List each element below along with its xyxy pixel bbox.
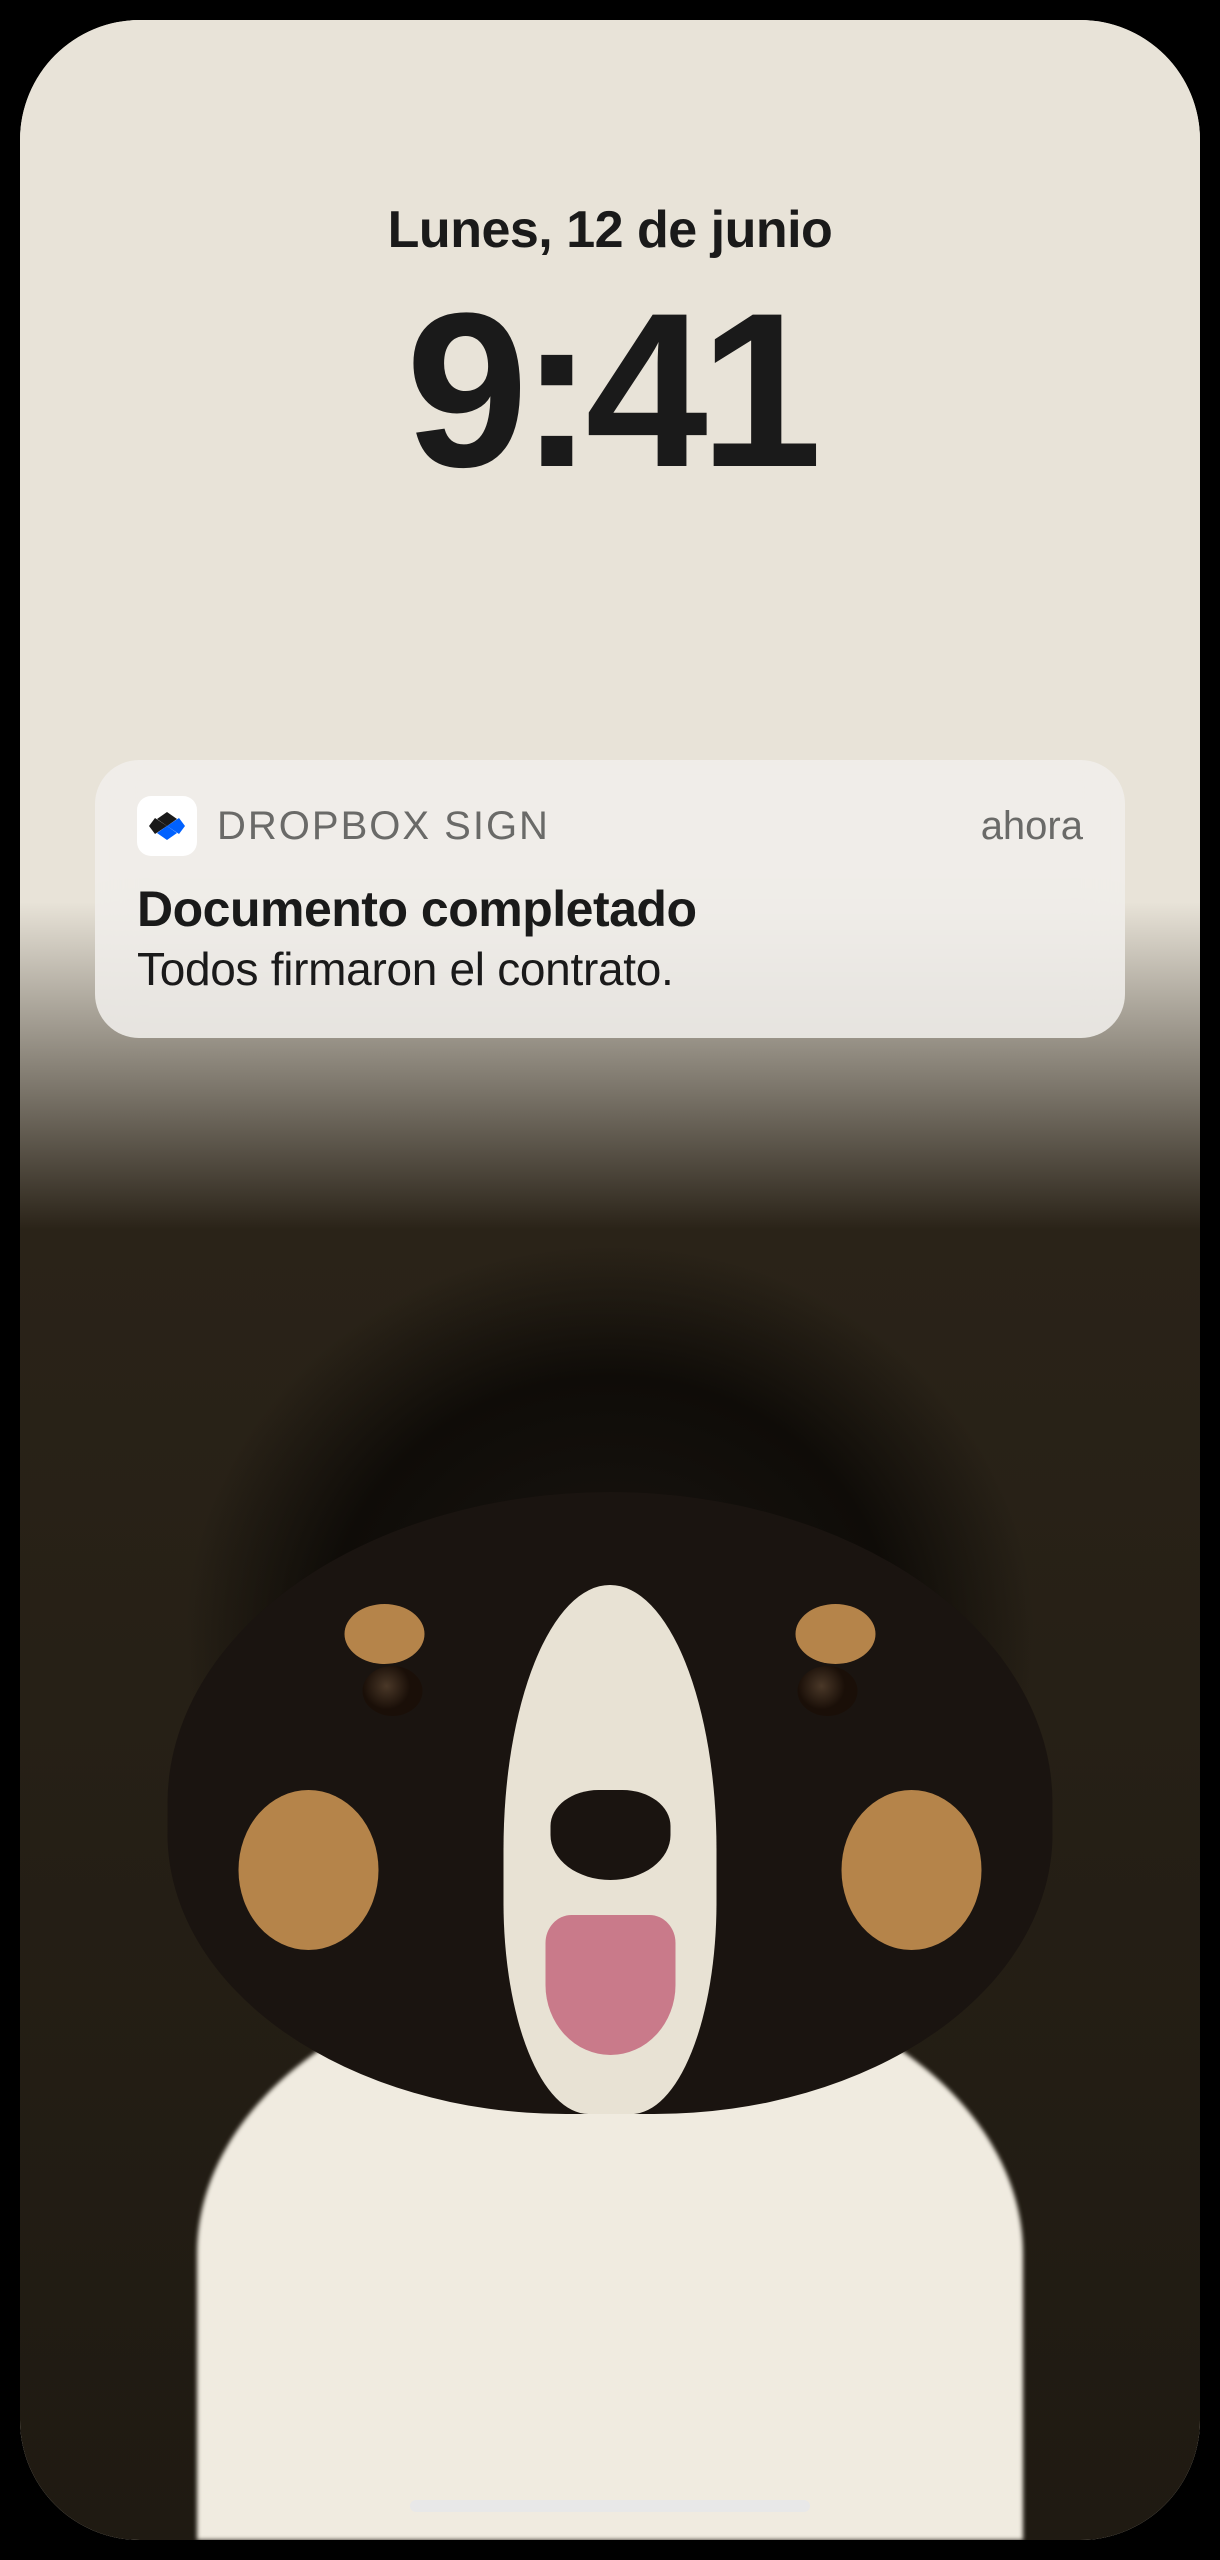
notification-timestamp: ahora <box>981 804 1083 849</box>
home-indicator[interactable] <box>410 2500 810 2512</box>
notification-card[interactable]: DROPBOX SIGN ahora Documento completado … <box>95 760 1125 1038</box>
notification-body: Todos firmaron el contrato. <box>137 942 1083 996</box>
notification-title: Documento completado <box>137 880 1083 938</box>
dropbox-sign-icon <box>137 796 197 856</box>
wallpaper-image <box>20 902 1200 2540</box>
lock-screen-date: Lunes, 12 de junio <box>20 200 1200 260</box>
app-icon-glyph <box>147 806 187 846</box>
lock-screen-time: 9:41 <box>20 280 1200 500</box>
phone-frame: Lunes, 12 de junio 9:41 DROPBOX SIGN aho… <box>0 0 1220 2560</box>
notification-header: DROPBOX SIGN ahora <box>137 796 1083 856</box>
notification-app-name: DROPBOX SIGN <box>217 804 961 849</box>
lock-screen[interactable]: Lunes, 12 de junio 9:41 DROPBOX SIGN aho… <box>20 20 1200 2540</box>
